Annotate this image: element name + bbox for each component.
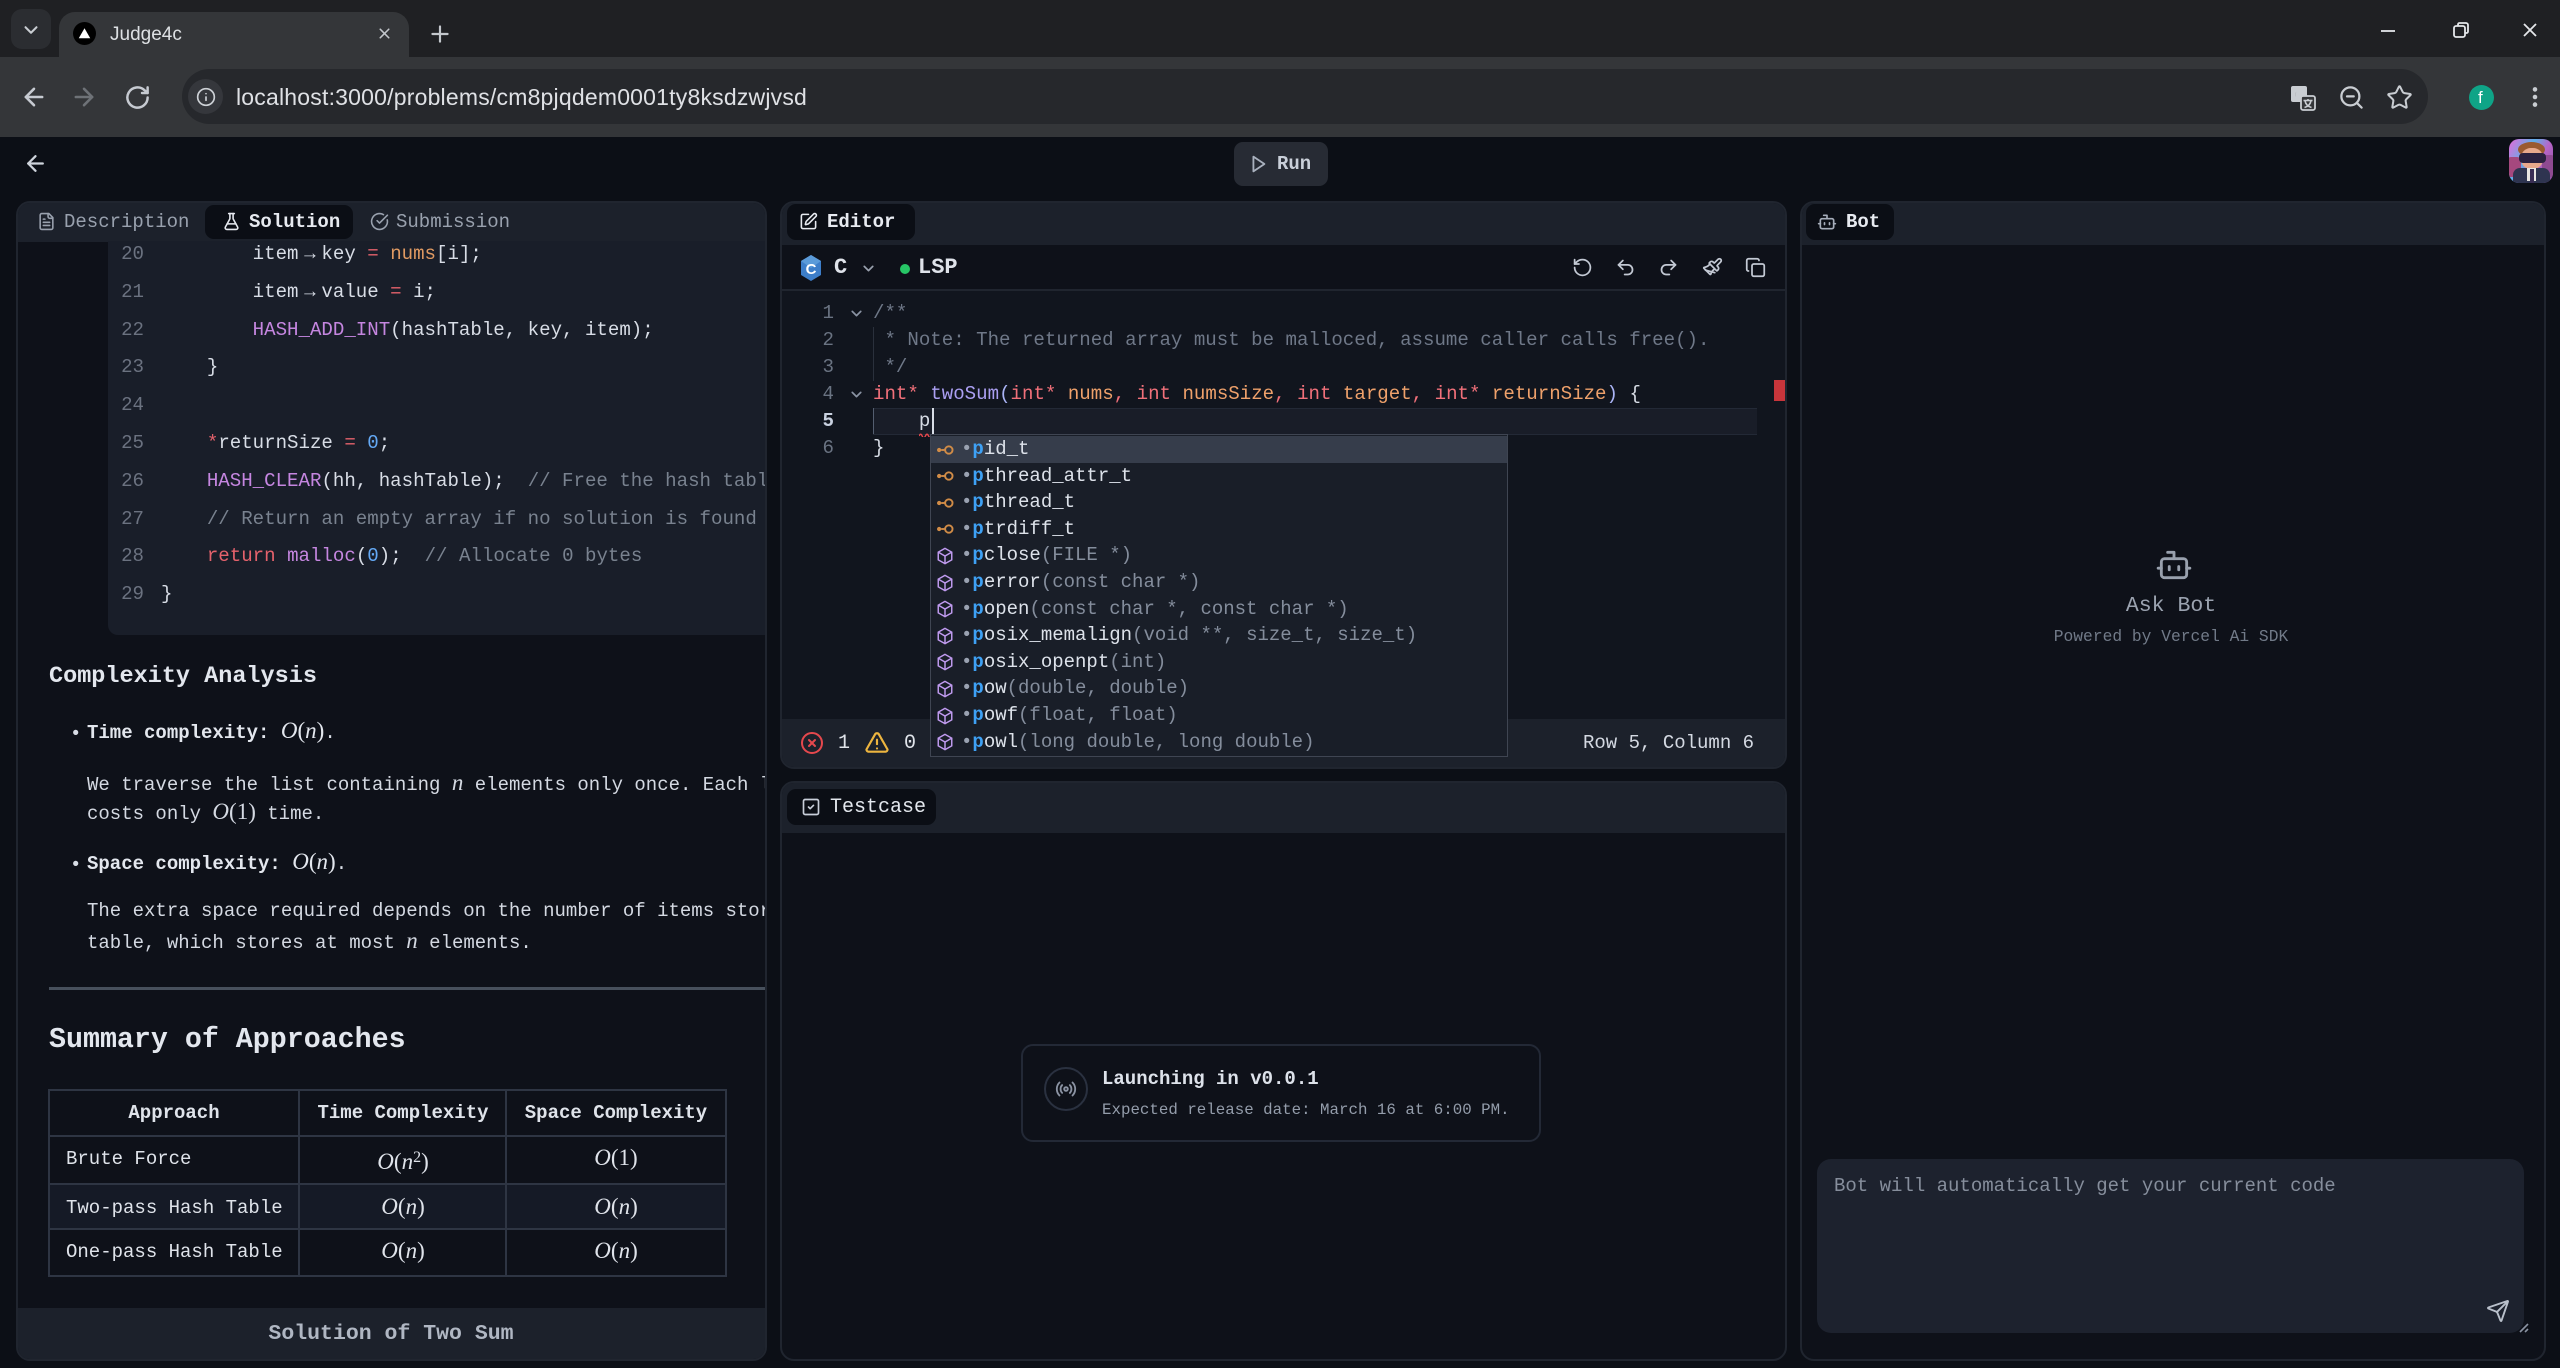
svg-text:C: C — [806, 261, 817, 278]
